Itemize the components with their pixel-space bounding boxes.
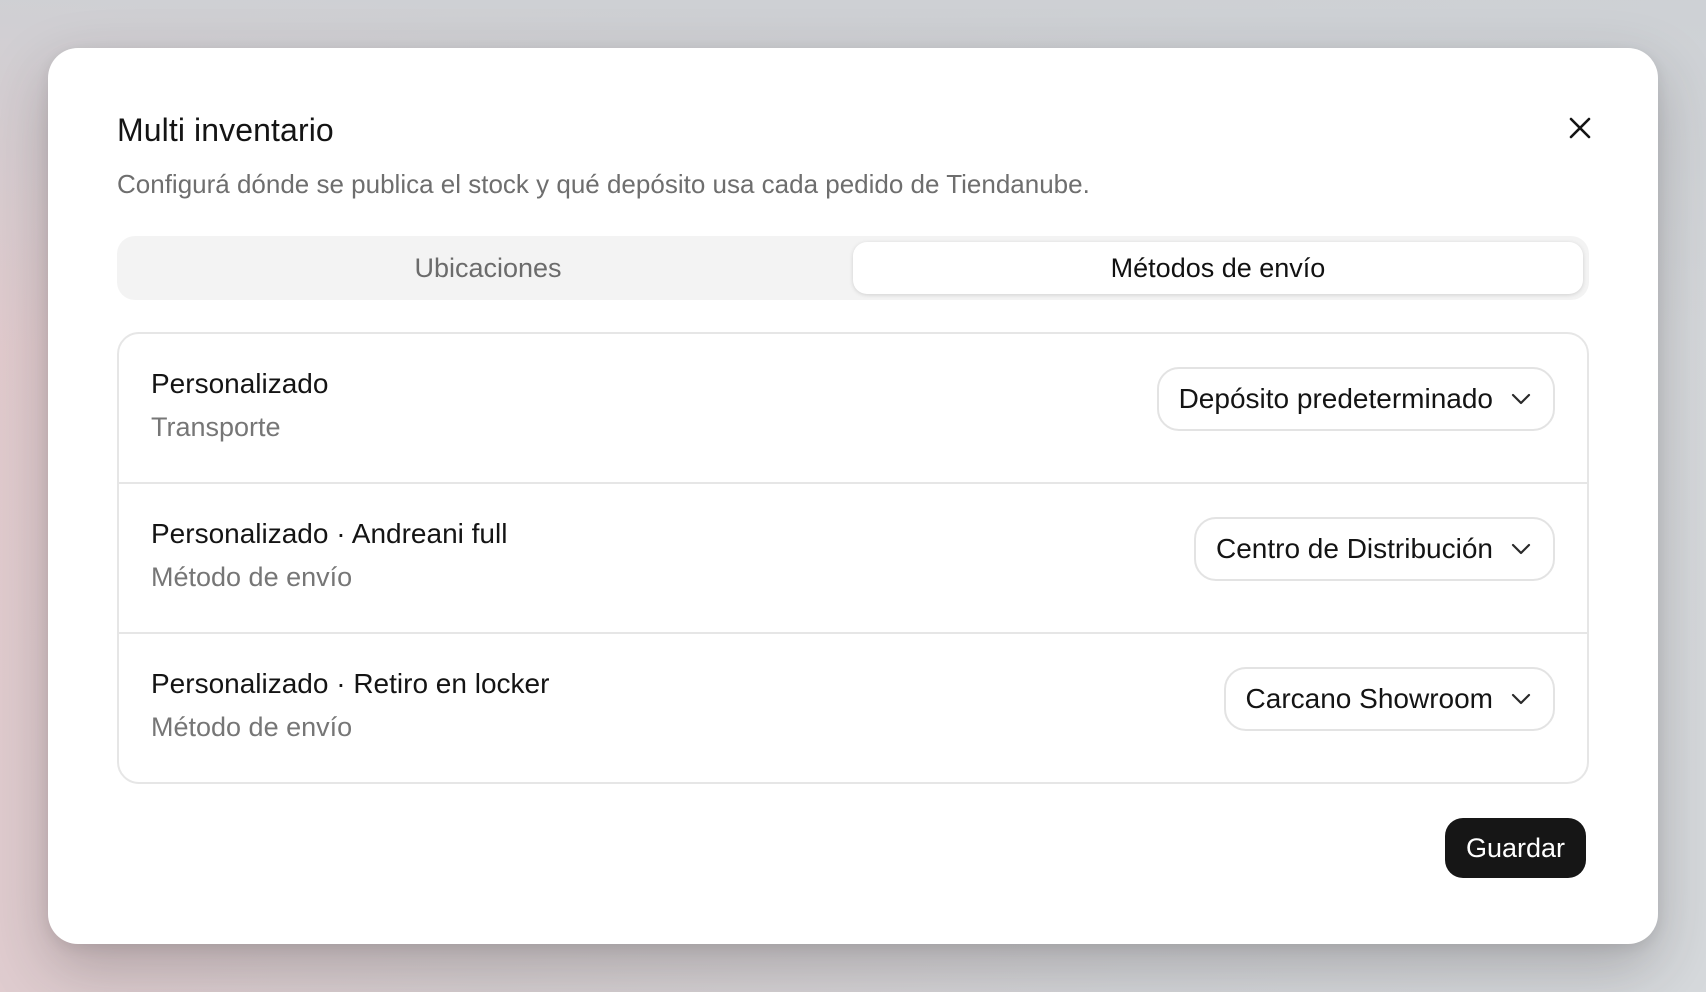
multi-inventory-dialog: Multi inventario Configurá dónde se publ… <box>48 48 1658 944</box>
chevron-down-icon <box>1511 693 1531 705</box>
warehouse-select[interactable]: Depósito predeterminado <box>1156 367 1555 431</box>
close-icon <box>1569 117 1591 139</box>
warehouse-select-value: Centro de Distribución <box>1215 533 1493 564</box>
shipping-method-type: Método de envío <box>151 712 353 742</box>
warehouse-select[interactable]: Carcano Showroom <box>1223 667 1555 731</box>
save-button[interactable]: Guardar <box>1444 818 1586 878</box>
warehouse-select-value: Carcano Showroom <box>1245 683 1493 714</box>
shipping-method-title: Personalizado · Retiro en locker <box>151 668 550 699</box>
list-item: Personalizado · Retiro en locker Método … <box>119 634 1587 782</box>
list-item: Personalizado Transporte Depósito predet… <box>119 334 1587 484</box>
shipping-method-title: Personalizado <box>151 368 329 399</box>
close-button[interactable] <box>1562 110 1598 146</box>
shipping-methods-list: Personalizado Transporte Depósito predet… <box>117 332 1589 784</box>
chevron-down-icon <box>1511 393 1531 405</box>
warehouse-select[interactable]: Centro de Distribución <box>1193 517 1555 581</box>
dialog-subtitle: Configurá dónde se publica el stock y qu… <box>117 169 1090 199</box>
tab-metodos-de-envio[interactable]: Métodos de envío <box>853 242 1583 294</box>
shipping-method-type: Transporte <box>151 412 281 442</box>
tab-switcher: Ubicaciones Métodos de envío <box>117 236 1589 300</box>
shipping-method-title: Personalizado · Andreani full <box>151 518 508 549</box>
warehouse-select-value: Depósito predeterminado <box>1178 383 1493 414</box>
dialog-title: Multi inventario <box>117 112 334 148</box>
shipping-method-type: Método de envío <box>151 562 353 592</box>
tab-ubicaciones[interactable]: Ubicaciones <box>123 242 853 294</box>
chevron-down-icon <box>1511 543 1531 555</box>
list-item: Personalizado · Andreani full Método de … <box>119 484 1587 634</box>
